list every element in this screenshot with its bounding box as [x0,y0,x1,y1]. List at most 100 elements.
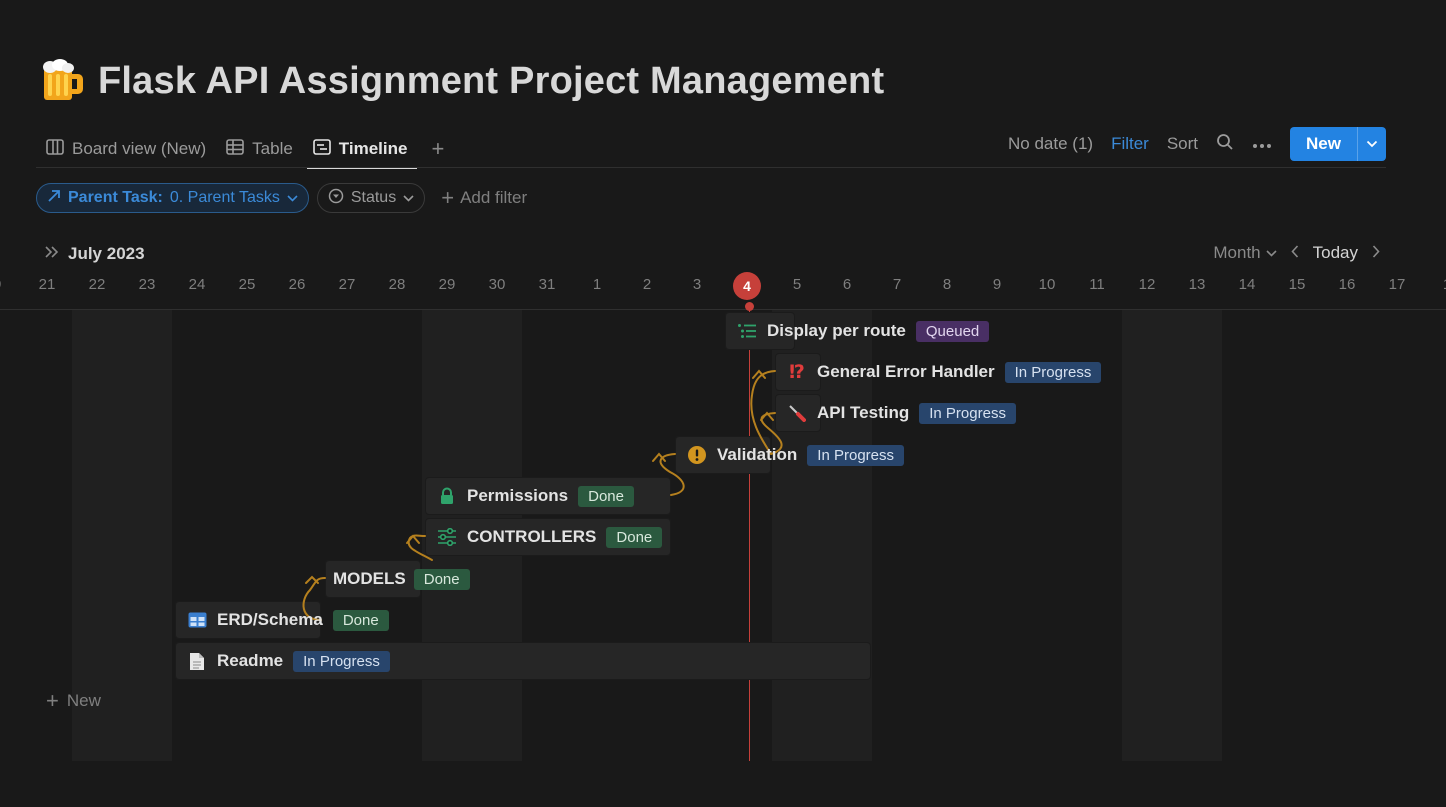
chevron-down-icon [287,189,298,207]
document-icon [187,651,207,671]
table-grid-icon [187,610,207,630]
status-filter-label: Status [350,189,397,206]
today-button[interactable]: Today [1313,243,1358,263]
page-title: Flask API Assignment Project Management [98,59,885,102]
tab-timeline-label: Timeline [338,139,408,158]
task-name: Validation [717,445,798,464]
task-name: Readme [217,651,284,670]
tab-table[interactable]: Table [226,130,303,168]
table-icon [226,138,244,160]
timeline-icon [312,138,331,160]
new-task-label: New [66,691,101,710]
today-date-badge: 4 [733,272,761,300]
status-filter[interactable]: Status [316,183,426,213]
filter-button[interactable]: Filter [1111,134,1149,154]
task-controllers[interactable]: CONTROLLERS Done [437,518,663,556]
day-label: 26 [288,276,306,293]
more-options-icon[interactable] [1252,134,1272,154]
day-label: 6 [842,276,852,293]
status-badge: In Progress [807,444,904,466]
status-badge: Done [413,568,470,590]
status-badge: In Progress [1004,361,1102,383]
plus-icon: + [46,688,59,713]
no-date-button[interactable]: No date (1) [1008,134,1093,154]
day-label: 25 [238,276,256,293]
tab-board-view[interactable]: Board view (New) [46,130,216,168]
new-button-label[interactable]: New [1290,127,1357,161]
dependency-lines [302,369,783,621]
add-view-icon[interactable]: + [431,136,444,162]
task-general-error-handler[interactable]: ⁉ General Error Handler In Progress [787,353,1102,391]
tab-timeline[interactable]: Timeline [306,130,418,169]
lock-icon [437,486,457,506]
day-label: 23 [138,276,156,293]
task-name: Permissions [467,486,569,505]
chevron-down-icon[interactable] [1357,127,1386,161]
tab-table-label: Table [252,139,293,158]
task-name: Display per route [767,321,906,340]
day-label: 14 [1238,276,1256,293]
day-label: 13 [1188,276,1206,293]
status-icon [328,188,344,209]
new-task-button[interactable]: + New [46,690,101,712]
add-filter-button[interactable]: + Add filter [441,187,527,209]
day-scale: 0212223242526272829303112345678910111213… [0,272,1446,300]
day-label: 17 [1388,276,1406,293]
task-name: ERD/Schema [217,610,323,629]
status-badge: In Progress [293,650,390,672]
parent-task-filter-label: Parent Task: [68,189,163,206]
task-permissions[interactable]: Permissions Done [437,477,634,515]
day-label: 15 [1288,276,1306,293]
parent-task-filter-value: 0. Parent Tasks [169,189,280,206]
board-icon [46,138,64,160]
day-label: 9 [992,276,1002,293]
task-models[interactable]: MODELS Done [333,560,470,598]
double-chevron-right-icon[interactable] [44,243,60,264]
list-icon [737,321,757,341]
view-tabs: Board view (New) Table Timeline + [46,130,444,169]
day-label: 12 [1138,276,1156,293]
weekend-column [1122,310,1222,761]
parent-task-filter[interactable]: Parent Task: 0. Parent Tasks [36,183,309,213]
day-label: 21 [38,276,56,293]
page-header: Flask API Assignment Project Management [40,58,884,104]
chevron-right-icon[interactable] [1372,243,1380,263]
day-label: 29 [438,276,456,293]
chevron-down-icon [1266,249,1277,257]
new-button[interactable]: New [1290,127,1386,161]
add-filter-label: Add filter [460,188,528,207]
today-marker-line [749,306,750,761]
day-label: 2 [642,276,652,293]
plus-icon: + [441,185,455,210]
beer-mug-icon[interactable] [40,58,86,104]
task-name: General Error Handler [817,362,995,381]
sliders-icon [437,527,457,547]
chevron-down-icon [403,189,414,207]
day-label: 28 [388,276,406,293]
task-display-per-route[interactable]: Display per route Queued [737,312,990,350]
day-label: 3 [692,276,702,293]
arrow-up-right-icon [47,189,61,208]
chevron-left-icon[interactable] [1291,243,1299,263]
task-erd-schema[interactable]: ERD/Schema Done [187,601,389,639]
today-marker-dot [745,302,754,311]
tabs-divider [36,167,1386,168]
task-api-testing[interactable]: API Testing In Progress [787,394,1016,432]
timeline-month: July 2023 [44,243,145,264]
status-badge: Done [332,609,389,631]
task-validation[interactable]: Validation In Progress [687,436,904,474]
day-label: 1 [592,276,602,293]
search-icon[interactable] [1216,133,1234,156]
day-label: 11 [1089,276,1105,293]
day-label: 31 [538,276,556,293]
status-badge: Done [578,485,634,507]
filter-bar: Parent Task: 0. Parent Tasks Status + Ad… [36,183,527,213]
task-name: MODELS [333,569,406,588]
day-label: 0 [0,276,17,293]
day-label: 1 [1427,276,1446,293]
status-badge: In Progress [919,402,1016,424]
sort-button[interactable]: Sort [1167,134,1198,154]
view-scale-select[interactable]: Month [1213,243,1277,263]
warning-icon [687,445,707,465]
task-readme[interactable]: Readme In Progress [187,642,390,680]
